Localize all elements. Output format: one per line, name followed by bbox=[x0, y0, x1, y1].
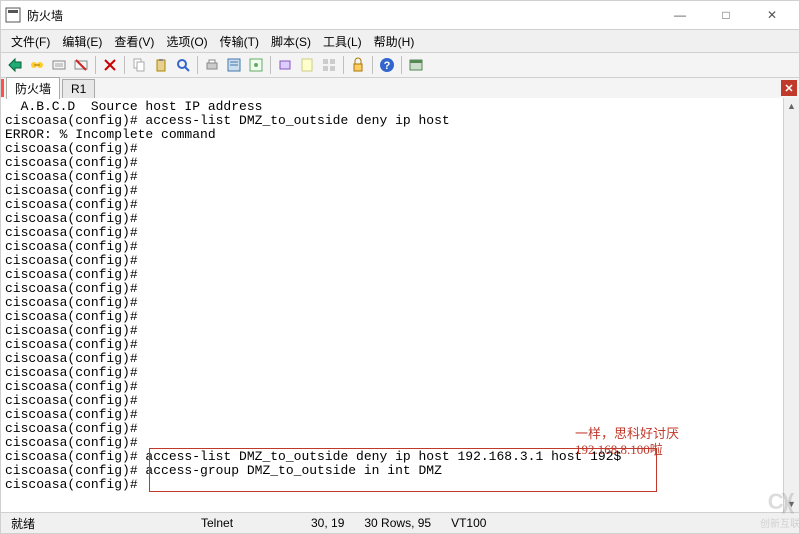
minimize-button[interactable]: — bbox=[657, 1, 703, 29]
tool-disconnect-icon[interactable] bbox=[100, 55, 120, 75]
annotation-line1: 一样，思科好讨厌 bbox=[575, 426, 679, 441]
watermark: C)( 创新互联 bbox=[760, 489, 800, 530]
properties-icon[interactable] bbox=[224, 55, 244, 75]
status-emulation: VT100 bbox=[441, 516, 496, 530]
toolbar-separator bbox=[270, 56, 271, 74]
tab-firewall[interactable]: 防火墙 bbox=[6, 77, 60, 99]
tab-r1[interactable]: R1 bbox=[62, 79, 95, 98]
menu-script[interactable]: 脚本(S) bbox=[265, 31, 317, 52]
copy-icon[interactable] bbox=[129, 55, 149, 75]
maximize-button[interactable]: □ bbox=[703, 1, 749, 29]
toolbar-separator bbox=[124, 56, 125, 74]
annotation-line2: 192.168.8.100啦 bbox=[575, 442, 663, 457]
toolbar-separator bbox=[343, 56, 344, 74]
toolbar: ? bbox=[0, 52, 800, 78]
menu-edit[interactable]: 编辑(E) bbox=[56, 31, 108, 52]
paste-icon[interactable] bbox=[151, 55, 171, 75]
app-icon bbox=[5, 7, 21, 23]
toolbar-separator bbox=[401, 56, 402, 74]
terminal-pane: A.B.C.D Source host IP address ciscoasa(… bbox=[0, 98, 800, 512]
disconnect-icon[interactable] bbox=[71, 55, 91, 75]
tile-icon[interactable] bbox=[319, 55, 339, 75]
session-manager-icon[interactable] bbox=[406, 55, 426, 75]
menu-file[interactable]: 文件(F) bbox=[5, 31, 56, 52]
session-tabs: 防火墙 R1 ✕ bbox=[0, 78, 800, 98]
annotation-text: 一样，思科好讨厌 192.168.8.100啦 bbox=[575, 426, 679, 458]
script-icon[interactable] bbox=[297, 55, 317, 75]
reconnect-icon[interactable] bbox=[49, 55, 69, 75]
toolbar-separator bbox=[197, 56, 198, 74]
status-ready: 就绪 bbox=[1, 515, 191, 532]
options-icon[interactable] bbox=[246, 55, 266, 75]
toolbar-separator bbox=[95, 56, 96, 74]
transfer-icon[interactable] bbox=[275, 55, 295, 75]
lock-icon[interactable] bbox=[348, 55, 368, 75]
menu-tools[interactable]: 工具(L) bbox=[317, 31, 368, 52]
svg-text:?: ? bbox=[384, 60, 391, 72]
find-icon[interactable] bbox=[173, 55, 193, 75]
status-cursor: 30, 19 bbox=[301, 516, 354, 530]
scroll-track[interactable] bbox=[784, 114, 799, 496]
menu-view[interactable]: 查看(V) bbox=[108, 31, 160, 52]
status-bar: 就绪 Telnet 30, 19 30 Rows, 95 VT100 bbox=[0, 512, 800, 534]
close-window-button[interactable]: ✕ bbox=[749, 1, 795, 29]
help-icon[interactable]: ? bbox=[377, 55, 397, 75]
menu-help[interactable]: 帮助(H) bbox=[368, 31, 421, 52]
watermark-logo: C)( bbox=[760, 489, 800, 515]
toolbar-separator bbox=[372, 56, 373, 74]
close-tab-button[interactable]: ✕ bbox=[781, 80, 797, 96]
window-title: 防火墙 bbox=[27, 7, 657, 24]
menu-bar: 文件(F) 编辑(E) 查看(V) 选项(O) 传输(T) 脚本(S) 工具(L… bbox=[0, 30, 800, 52]
menu-transfer[interactable]: 传输(T) bbox=[214, 31, 265, 52]
status-size: 30 Rows, 95 bbox=[354, 516, 441, 530]
menu-options[interactable]: 选项(O) bbox=[160, 31, 213, 52]
print-icon[interactable] bbox=[202, 55, 222, 75]
vertical-scrollbar[interactable]: ▲ ▼ bbox=[783, 98, 799, 512]
status-protocol: Telnet bbox=[191, 516, 301, 530]
active-indicator bbox=[1, 79, 4, 97]
quick-connect-icon[interactable] bbox=[5, 55, 25, 75]
watermark-text: 创新互联 bbox=[760, 515, 800, 530]
connect-icon[interactable] bbox=[27, 55, 47, 75]
scroll-up-icon[interactable]: ▲ bbox=[784, 98, 799, 114]
window-titlebar: 防火墙 — □ ✕ bbox=[0, 0, 800, 30]
